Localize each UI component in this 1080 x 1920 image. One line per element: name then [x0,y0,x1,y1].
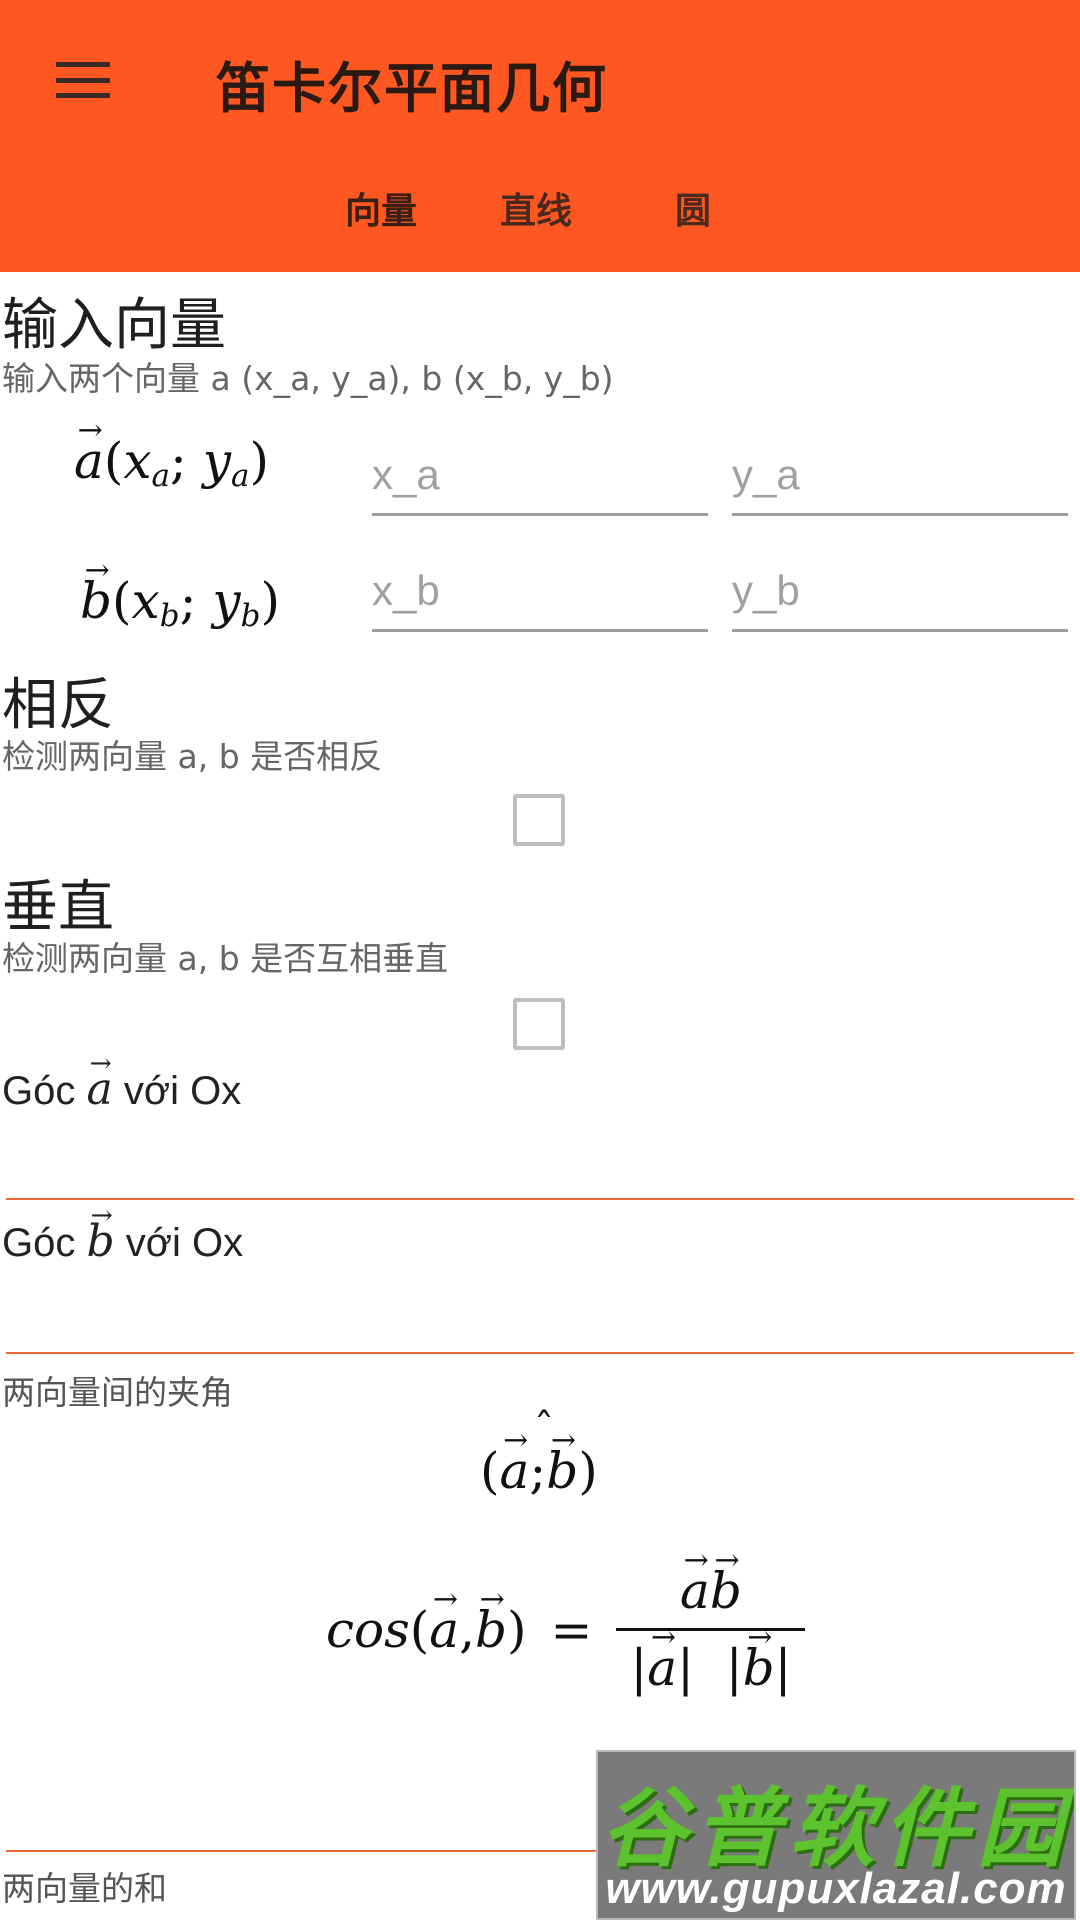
vector-a-label: a(xa; ya) [74,432,269,494]
ya-input[interactable] [732,436,1068,513]
tab-vector[interactable]: 向量 [345,182,417,234]
cos-formula: cos(a, b) = ab |a| |b| [326,1562,806,1697]
tab-bar: 向量 直线 圆 [0,182,1080,242]
cos-fraction: ab |a| |b| [616,1562,806,1697]
sum-divider [6,1850,606,1852]
vector-b-label: b(xb; yb) [80,572,280,634]
xb-field[interactable] [372,552,708,632]
watermark-url: www.gupuxlazal.com [605,1864,1067,1913]
app-title: 笛卡尔平面几何 [216,57,608,120]
perpendicular-checkbox[interactable] [513,998,565,1050]
xb-input[interactable] [372,552,708,629]
menu-icon[interactable] [48,58,118,102]
opposite-subtitle: 检测两向量 a, b 是否相反 [2,737,383,776]
xa-field[interactable] [372,436,708,516]
angle-between-notation: (a;b) ˆ [480,1406,598,1500]
perpendicular-title: 垂直 [2,875,114,940]
xa-input[interactable] [372,436,708,513]
input-section-subtitle: 输入两个向量 a (x_a, y_a), b (x_b, y_b) [2,359,614,398]
yb-field[interactable] [732,552,1068,632]
sum-label: 两向量的和 [2,1869,167,1908]
tab-line[interactable]: 直线 [500,182,572,234]
angle-b-field-line[interactable] [6,1352,1074,1354]
ya-field[interactable] [732,436,1068,516]
angle-between-label: 两向量间的夹角 [2,1373,233,1412]
input-section-title: 输入向量 [2,293,226,358]
yb-input[interactable] [732,552,1068,629]
opposite-title: 相反 [2,673,114,738]
angle-a-label: Góc a với Ox [2,1064,241,1115]
perpendicular-subtitle: 检测两向量 a, b 是否互相垂直 [2,939,449,978]
app-bar: 笛卡尔平面几何 向量 直线 圆 [0,0,1080,272]
opposite-checkbox[interactable] [513,794,565,846]
tab-circle[interactable]: 圆 [675,182,711,234]
angle-b-label: Góc b với Ox [2,1216,243,1267]
angle-a-field-line[interactable] [6,1198,1074,1200]
watermark-logo: 谷普软件园 www.gupuxlazal.com [596,1750,1076,1920]
